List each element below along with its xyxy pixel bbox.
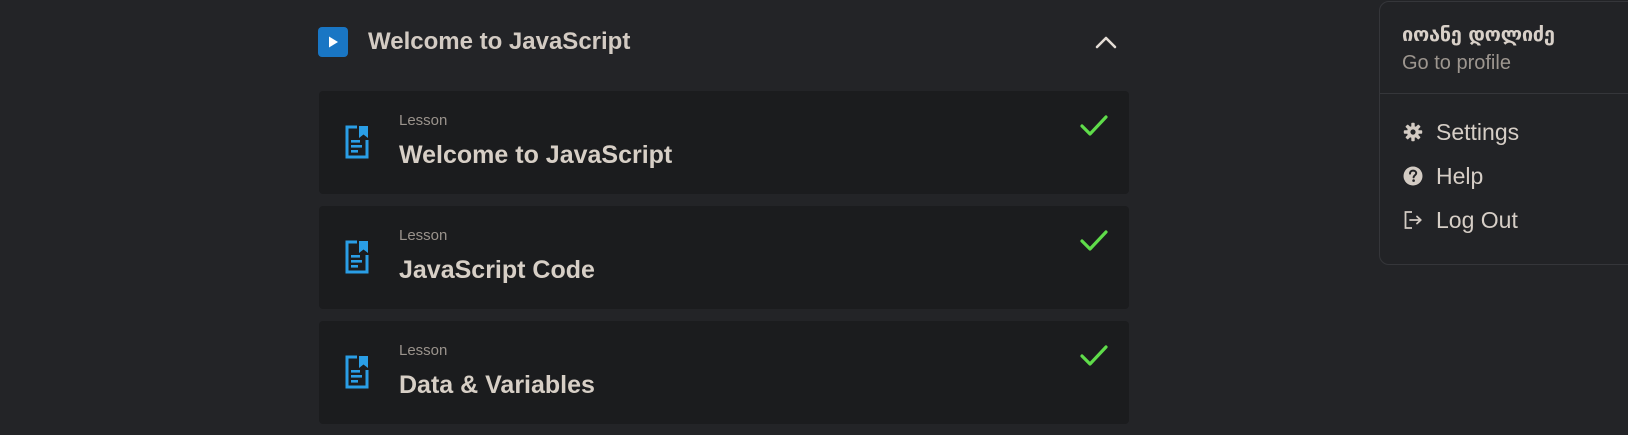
section-title: Welcome to JavaScript bbox=[368, 28, 631, 55]
profile-dropdown-menu: იოანე დოლიძე Go to profile Settings Help… bbox=[1379, 1, 1628, 265]
lesson-document-icon bbox=[345, 240, 369, 274]
check-icon bbox=[1080, 230, 1108, 251]
lesson-document-icon bbox=[345, 355, 369, 389]
lesson-kind-label: Lesson bbox=[399, 112, 448, 129]
menu-item-label: Log Out bbox=[1436, 206, 1518, 233]
lesson-title: JavaScript Code bbox=[399, 256, 595, 284]
lesson-card[interactable]: Lesson JavaScript Code bbox=[319, 206, 1129, 309]
username: იოანე დოლიძე bbox=[1402, 22, 1555, 46]
logout-icon bbox=[1402, 209, 1424, 231]
menu-item-logout[interactable]: Log Out bbox=[1380, 198, 1628, 242]
lesson-title: Welcome to JavaScript bbox=[399, 141, 673, 169]
lesson-card[interactable]: Lesson Data & Variables bbox=[319, 321, 1129, 424]
menu-item-settings[interactable]: Settings bbox=[1380, 110, 1628, 154]
menu-item-help[interactable]: Help bbox=[1380, 154, 1628, 198]
lesson-kind-label: Lesson bbox=[399, 227, 448, 244]
lesson-document-icon bbox=[345, 125, 369, 159]
go-to-profile-link[interactable]: Go to profile bbox=[1402, 52, 1626, 75]
course-page: Welcome to JavaScript Lesson Welcome to … bbox=[0, 0, 1628, 435]
check-icon bbox=[1080, 115, 1108, 136]
section-header[interactable]: Welcome to JavaScript bbox=[318, 16, 1128, 68]
lesson-title: Data & Variables bbox=[399, 371, 595, 399]
menu-item-label: Settings bbox=[1436, 118, 1520, 145]
menu-user-section: იოანე დოლიძე Go to profile bbox=[1380, 2, 1628, 94]
check-icon bbox=[1080, 345, 1108, 366]
lesson-list: Lesson Welcome to JavaScript Lesson Java… bbox=[319, 91, 1129, 435]
help-circle-icon bbox=[1402, 165, 1424, 187]
gear-icon bbox=[1402, 121, 1424, 143]
lesson-card[interactable]: Lesson Welcome to JavaScript bbox=[319, 91, 1129, 194]
chevron-up-icon[interactable] bbox=[1086, 22, 1126, 62]
menu-item-label: Help bbox=[1436, 162, 1484, 189]
menu-items: Settings Help Log Out bbox=[1380, 94, 1628, 242]
play-icon bbox=[318, 27, 348, 57]
lesson-kind-label: Lesson bbox=[399, 342, 448, 359]
